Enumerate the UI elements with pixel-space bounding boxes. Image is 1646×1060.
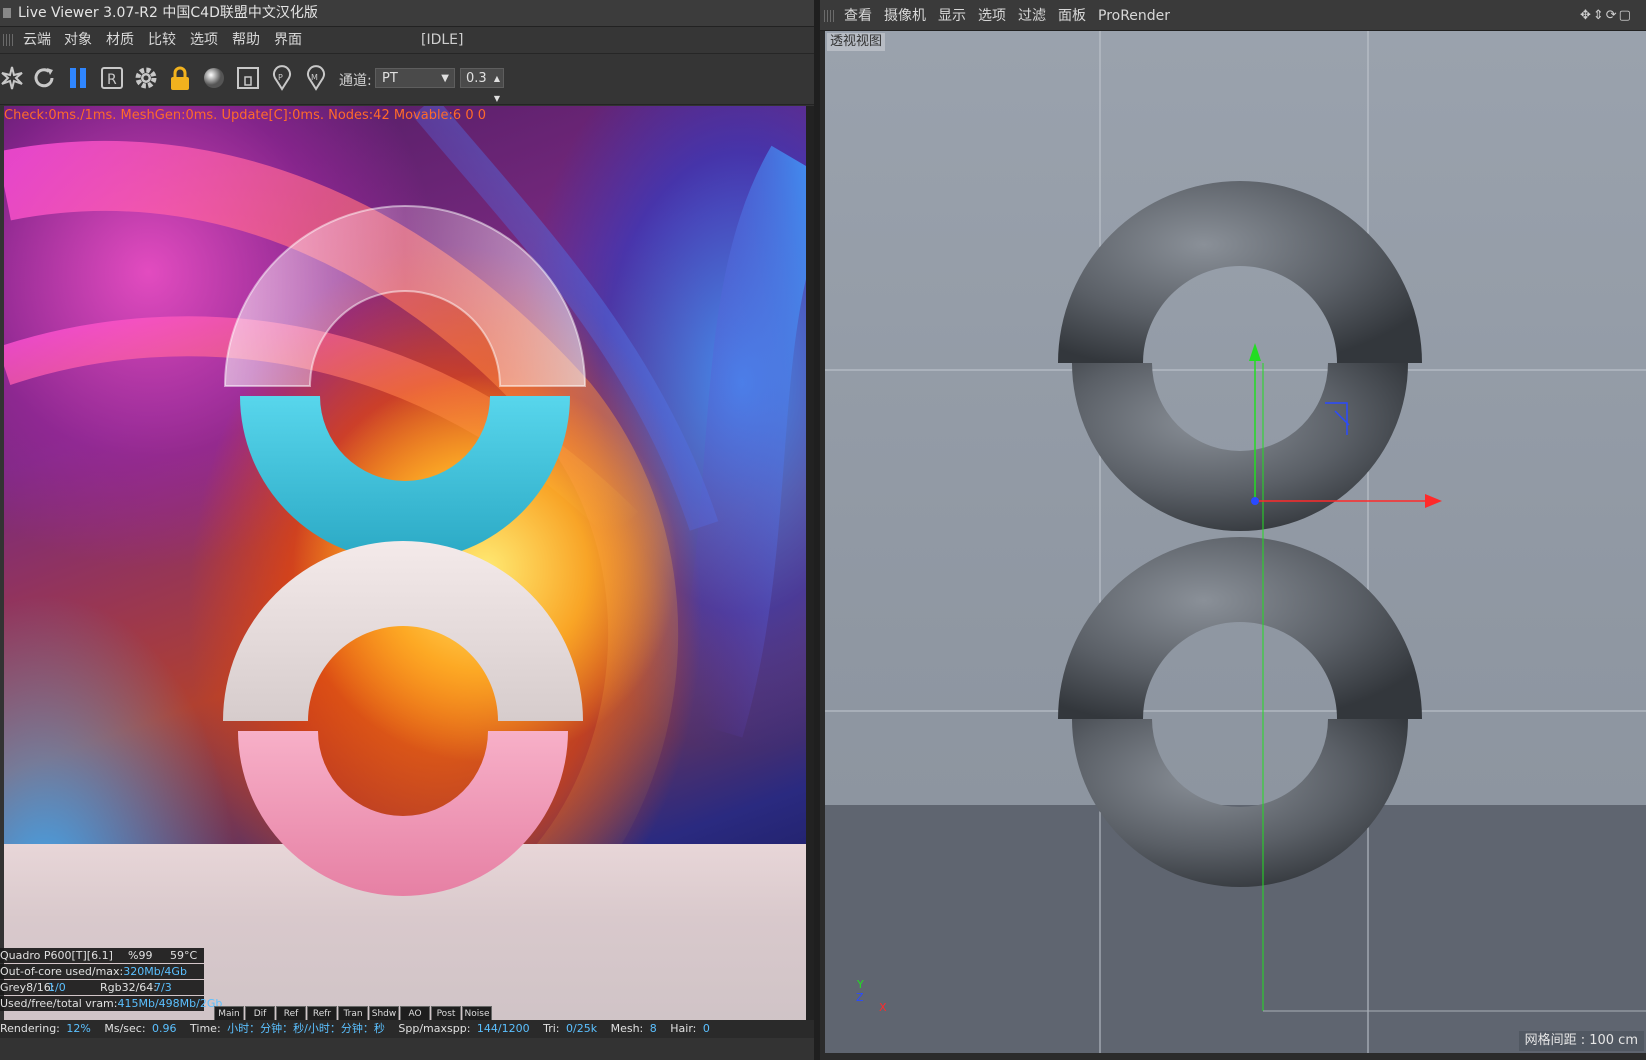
render-status-tag: [IDLE] bbox=[421, 32, 464, 48]
pink-ring-half bbox=[238, 731, 568, 896]
texture-stat-line: Grey8/16: 1/0 Rgb32/64: 7/3 bbox=[0, 980, 204, 995]
hair-label: Hair: bbox=[670, 1022, 697, 1035]
time-label: Time: bbox=[190, 1022, 221, 1035]
pause-icon[interactable] bbox=[64, 64, 92, 92]
window-title: Live Viewer 3.07-R2 中国C4D联盟中文汉化版 bbox=[18, 5, 318, 21]
r-icon[interactable]: R bbox=[98, 64, 126, 92]
perspective-viewport[interactable]: 透视视图 Y Z X 网格间距 : 100 cm bbox=[825, 31, 1646, 1053]
torus-top-lower bbox=[1072, 363, 1408, 531]
render-torus-stack bbox=[223, 205, 587, 896]
menu-view[interactable]: 查看 bbox=[844, 0, 872, 32]
ooc-value: 320Mb/4Gb bbox=[123, 965, 187, 978]
menu-prorender[interactable]: ProRender bbox=[1098, 0, 1170, 32]
menu-cloud[interactable]: 云端 bbox=[23, 27, 51, 53]
sphere-icon[interactable] bbox=[200, 64, 228, 92]
menu-help[interactable]: 帮助 bbox=[232, 27, 260, 53]
menu-display[interactable]: 显示 bbox=[938, 0, 966, 32]
region-icon[interactable] bbox=[234, 64, 262, 92]
pin-p-icon[interactable]: P bbox=[268, 64, 296, 92]
svg-text:M: M bbox=[311, 73, 318, 82]
channel-select[interactable]: PT ▼ bbox=[375, 68, 455, 88]
viewport-label[interactable]: 透视视图 bbox=[827, 33, 886, 51]
time-value: 小时：分钟：秒/小时：分钟：秒 bbox=[227, 1022, 385, 1035]
vram-label: Used/free/total vram: bbox=[0, 997, 118, 1010]
menu-materials[interactable]: 材质 bbox=[106, 27, 134, 53]
glass-ring-half bbox=[223, 205, 587, 387]
cyan-ring-half bbox=[240, 396, 570, 561]
torus-bottom-lower bbox=[1072, 719, 1408, 887]
gear-icon[interactable] bbox=[132, 64, 160, 92]
render-statusbar: Rendering: 12% Ms/sec: 0.96 Time: 小时：分钟：… bbox=[0, 1020, 820, 1038]
tri-value: 0/25k bbox=[566, 1022, 598, 1035]
mesh-label: Mesh: bbox=[610, 1022, 644, 1035]
channel-select-value: PT bbox=[382, 71, 398, 86]
menu-objects[interactable]: 对象 bbox=[64, 27, 92, 53]
menu-options[interactable]: 选项 bbox=[190, 27, 218, 53]
grey-value: 1/0 bbox=[48, 981, 66, 994]
grip-icon[interactable] bbox=[3, 34, 13, 46]
grip-icon[interactable] bbox=[824, 10, 834, 22]
z-axis-handle[interactable] bbox=[1251, 497, 1259, 505]
rendering-value: 12% bbox=[66, 1022, 91, 1035]
spp-value: 144/1200 bbox=[476, 1022, 530, 1035]
grey-label: Grey8/16: bbox=[0, 981, 55, 994]
axis-x-label: X bbox=[879, 1001, 887, 1014]
ooc-stat-line: Out-of-core used/max:320Mb/4Gb bbox=[0, 964, 204, 979]
menu-filter[interactable]: 过滤 bbox=[1018, 0, 1046, 32]
grid-spacing-info: 网格间距 : 100 cm bbox=[1518, 1031, 1644, 1051]
menu-compare[interactable]: 比较 bbox=[148, 27, 176, 53]
menu-panel[interactable]: 面板 bbox=[1058, 0, 1086, 32]
render-scrollbar[interactable] bbox=[806, 106, 814, 1020]
frost-ring-half bbox=[223, 541, 583, 721]
svg-text:P: P bbox=[278, 73, 283, 82]
menu-camera[interactable]: 摄像机 bbox=[884, 0, 926, 32]
vram-stat-line: Used/free/total vram:415Mb/498Mb/2Gb bbox=[0, 996, 222, 1011]
viewport-nav-icons[interactable]: ✥⇕⟳▢ bbox=[1580, 0, 1633, 32]
render-view[interactable]: Check:0ms./1ms. MeshGen:0ms. Update[C]:0… bbox=[4, 106, 806, 1030]
render-debug-text: Check:0ms./1ms. MeshGen:0ms. Update[C]:0… bbox=[4, 108, 487, 123]
viewport-menubar: 查看 摄像机 显示 选项 过滤 面板 ProRender ✥⇕⟳▢ bbox=[820, 0, 1646, 31]
channel-label: 通道: bbox=[339, 73, 372, 89]
vram-value: 415Mb/498Mb/2Gb bbox=[117, 997, 223, 1010]
hair-value: 0 bbox=[702, 1022, 710, 1035]
axis-z-label: Z bbox=[856, 991, 864, 1004]
live-viewer-toolbar: R P M 通道: PT ▼ 0.3 ▲ ▼ bbox=[0, 54, 820, 105]
torus-bottom-upper bbox=[1058, 537, 1422, 719]
gpu-stat-line: Quadro P600[T][6.1] %99 59°C bbox=[0, 948, 204, 963]
live-viewer-titlebar: Live Viewer 3.07-R2 中国C4D联盟中文汉化版 bbox=[0, 0, 820, 27]
spp-label: Spp/maxspp: bbox=[398, 1022, 471, 1035]
lock-icon[interactable] bbox=[166, 64, 194, 92]
svg-text:R: R bbox=[107, 72, 117, 88]
stepper-arrows-icon: ▲ ▼ bbox=[493, 74, 500, 103]
pin-m-icon[interactable]: M bbox=[302, 64, 330, 92]
ms-value: 0.96 bbox=[152, 1022, 177, 1035]
value-stepper-value: 0.3 bbox=[466, 71, 487, 86]
gpu-name: Quadro P600[T][6.1] bbox=[0, 949, 113, 962]
spark-icon[interactable] bbox=[0, 64, 26, 92]
gpu-temperature: 59°C bbox=[170, 949, 198, 962]
gpu-usage: %99 bbox=[128, 949, 153, 962]
menu-options[interactable]: 选项 bbox=[978, 0, 1006, 32]
rgb-label: Rgb32/64: bbox=[100, 981, 158, 994]
ooc-label: Out-of-core used/max: bbox=[0, 965, 124, 978]
axis-y-label: Y bbox=[857, 978, 864, 991]
ms-label: Ms/sec: bbox=[104, 1022, 146, 1035]
x-axis-handle[interactable] bbox=[1425, 494, 1442, 508]
menu-interface[interactable]: 界面 bbox=[274, 27, 302, 53]
rgb-value: 7/3 bbox=[154, 981, 172, 994]
viewport-scene bbox=[825, 31, 1646, 1053]
refresh-icon[interactable] bbox=[30, 64, 58, 92]
window-icon bbox=[3, 8, 11, 18]
mesh-value: 8 bbox=[649, 1022, 657, 1035]
value-stepper[interactable]: 0.3 ▲ ▼ bbox=[460, 68, 504, 103]
chevron-down-icon: ▼ bbox=[441, 73, 449, 84]
torus-top-upper bbox=[1058, 181, 1422, 363]
y-axis-handle[interactable] bbox=[1249, 343, 1261, 361]
tri-label: Tri: bbox=[543, 1022, 560, 1035]
rendering-label: Rendering: bbox=[0, 1022, 60, 1035]
live-viewer-menubar: 云端 对象 材质 比较 选项 帮助 界面 [IDLE] bbox=[0, 27, 820, 54]
